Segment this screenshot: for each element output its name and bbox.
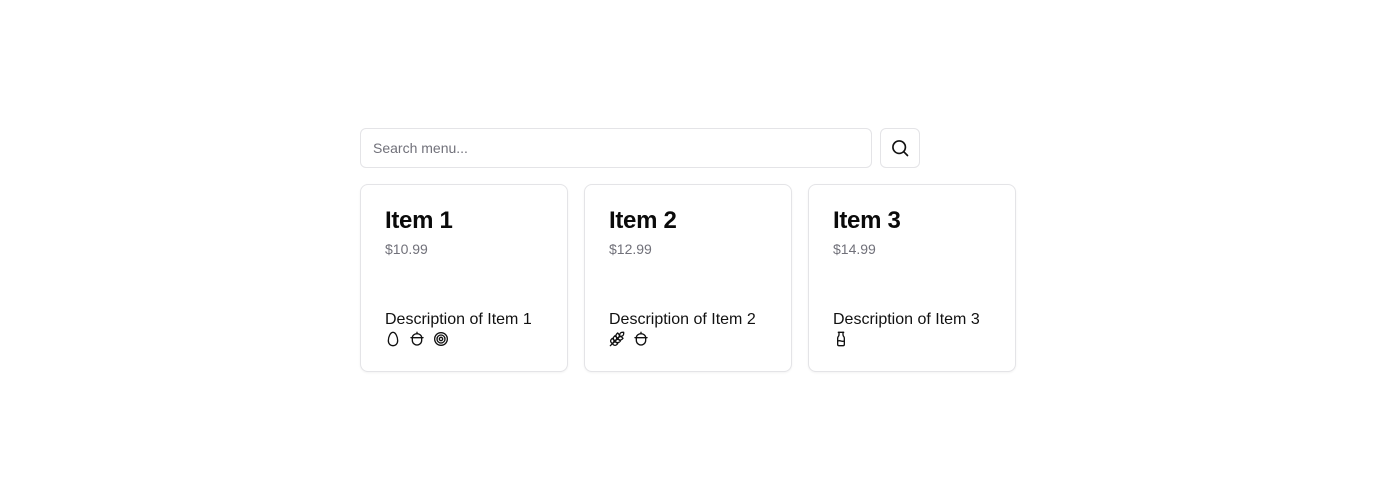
search-icon <box>892 140 909 157</box>
menu-item-name: Item 2 <box>609 207 677 234</box>
menu-item-price: $12.99 <box>609 241 652 257</box>
menu-item-list: Item 1 $10.99 Description of Item 1 Item… <box>360 184 1016 372</box>
menu-item-price: $10.99 <box>385 241 428 257</box>
menu-item-name: Item 1 <box>385 207 453 234</box>
shell-icon <box>434 332 448 346</box>
menu-item-description: Description of Item 1 <box>385 311 532 328</box>
menu-item-description: Description of Item 2 <box>609 311 756 328</box>
search-input[interactable] <box>360 128 872 168</box>
menu-item-card[interactable]: Item 1 $10.99 Description of Item 1 <box>360 184 568 372</box>
menu-page: Item 1 $10.99 Description of Item 1 <box>0 0 1376 500</box>
menu-item-price: $14.99 <box>833 241 876 257</box>
allergen-icons <box>833 331 849 347</box>
menu-item-card[interactable]: Item 2 $12.99 Description of Item 2 <box>584 184 792 372</box>
allergen-icons <box>609 331 649 347</box>
nut-icon <box>634 331 648 346</box>
milk-icon <box>837 331 845 347</box>
nut-icon <box>410 331 424 346</box>
wheat-icon <box>609 331 625 347</box>
search-button[interactable] <box>880 128 920 168</box>
menu-item-description: Description of Item 3 <box>833 311 980 328</box>
menu-item-name: Item 3 <box>833 207 901 234</box>
search-bar <box>360 128 920 168</box>
allergen-icons <box>385 331 449 347</box>
menu-item-card[interactable]: Item 3 $14.99 Description of Item 3 <box>808 184 1016 372</box>
egg-icon <box>387 331 399 347</box>
